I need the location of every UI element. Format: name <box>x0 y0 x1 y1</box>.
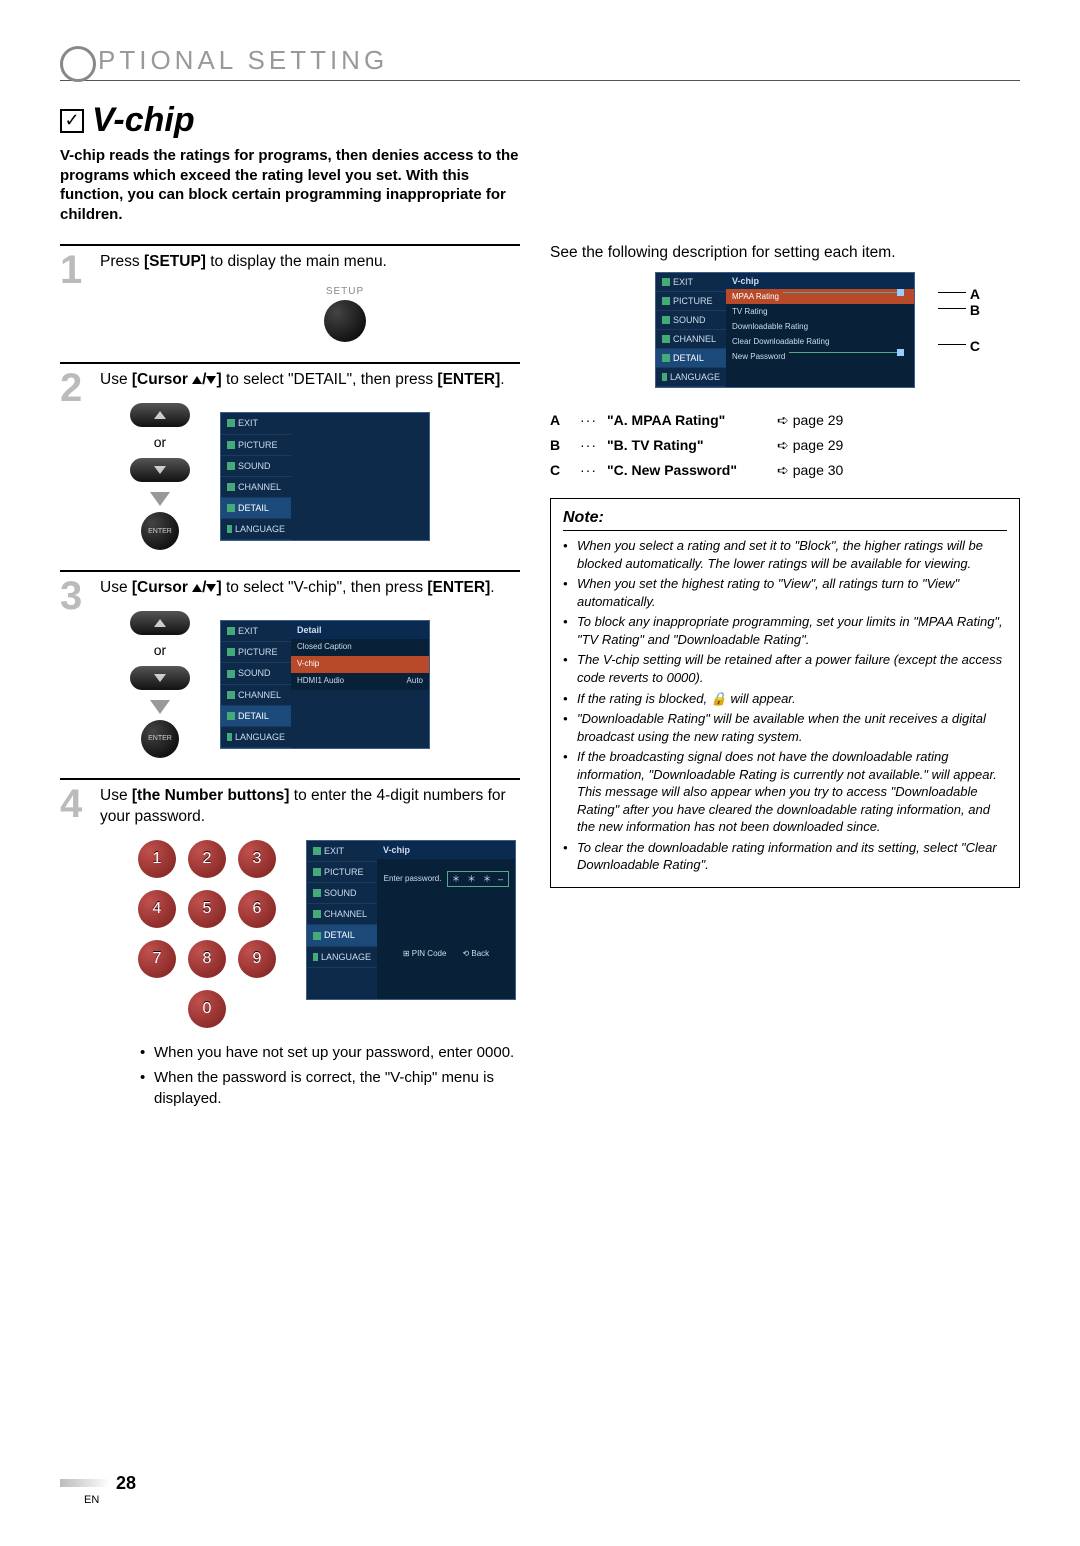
page-header: O PTIONAL SETTING <box>60 40 1020 81</box>
decorative-o-icon: O <box>60 46 96 82</box>
cursor-buttons-illustration: or ENTER <box>130 611 190 758</box>
arrow-down-icon <box>150 492 170 506</box>
setup-label: SETUP <box>326 285 364 299</box>
section-title: V-chip <box>92 101 195 140</box>
list-item: To block any inappropriate programming, … <box>563 613 1007 648</box>
osd-vchip-menu: EXIT PICTURE SOUND CHANNEL DETAIL LANGUA… <box>655 272 915 388</box>
table-row: A··· "A. MPAA Rating" ➪page 29 <box>550 408 1020 433</box>
enter-button-icon: ENTER <box>141 512 179 550</box>
password-mask: ＊ ＊ ＊ – <box>447 871 509 887</box>
step-1-text: Press [SETUP] to display the main menu. … <box>100 252 520 342</box>
setup-button-icon <box>324 300 366 342</box>
step-number: 1 <box>60 252 90 342</box>
step-number: 4 <box>60 786 90 1113</box>
section-title-row: ✓ V-chip <box>60 101 1020 140</box>
right-column: See the following description for settin… <box>550 244 1020 1506</box>
cursor-up-button-icon <box>130 403 190 427</box>
page-number: 28 <box>116 1473 136 1494</box>
key-6: 6 <box>238 890 276 928</box>
cursor-up-button-icon <box>130 611 190 635</box>
key-4: 4 <box>138 890 176 928</box>
list-item: "Downloadable Rating" will be available … <box>563 710 1007 745</box>
step-2-text: Use [Cursor /] to select "DETAIL", then … <box>100 370 520 550</box>
right-description: See the following description for settin… <box>550 244 1020 262</box>
arrow-down-icon <box>150 700 170 714</box>
step-1: 1 Press [SETUP] to display the main menu… <box>60 244 520 342</box>
key-2: 2 <box>188 840 226 878</box>
arrow-right-icon: ➪ <box>777 412 789 428</box>
step-2: 2 Use [Cursor /] to select "DETAIL", the… <box>60 362 520 550</box>
key-0: 0 <box>188 990 226 1028</box>
page-footer: 28 EN <box>60 1473 520 1506</box>
osd-menu-step2: EXIT PICTURE SOUND CHANNEL DETAIL LANGUA… <box>220 412 430 541</box>
enter-button-icon: ENTER <box>141 720 179 758</box>
footer-gradient-icon <box>60 1479 110 1487</box>
cursor-down-button-icon <box>130 666 190 690</box>
cursor-up-icon <box>192 584 202 592</box>
key-8: 8 <box>188 940 226 978</box>
list-item: When you select a rating and set it to "… <box>563 537 1007 572</box>
list-item: The V-chip setting will be retained afte… <box>563 651 1007 686</box>
step4-notes: When you have not set up your password, … <box>140 1042 520 1109</box>
key-9: 9 <box>238 940 276 978</box>
osd-menu-step4: EXIT PICTURE SOUND CHANNEL DETAIL LANGUA… <box>306 840 516 1000</box>
step-number: 2 <box>60 370 90 550</box>
list-item: If the broadcasting signal does not have… <box>563 748 1007 836</box>
or-label: or <box>154 433 166 452</box>
list-item: When the password is correct, the "V-chi… <box>140 1067 520 1109</box>
vchip-osd-overview: EXIT PICTURE SOUND CHANNEL DETAIL LANGUA… <box>550 272 1020 388</box>
checkbox-icon: ✓ <box>60 109 84 133</box>
header-text: PTIONAL SETTING <box>98 45 388 76</box>
arrow-right-icon: ➪ <box>777 462 789 478</box>
enter-password-label: Enter password. <box>384 874 442 885</box>
page-lang: EN <box>84 1494 520 1506</box>
list-item: When you set the highest rating to "View… <box>563 575 1007 610</box>
intro-paragraph: V-chip reads the ratings for programs, t… <box>60 146 520 224</box>
arrow-right-icon: ➪ <box>777 437 789 453</box>
cursor-down-button-icon <box>130 458 190 482</box>
key-7: 7 <box>138 940 176 978</box>
step-3: 3 Use [Cursor /] to select "V-chip", the… <box>60 570 520 758</box>
callout-b: B <box>970 302 980 318</box>
key-5: 5 <box>188 890 226 928</box>
callout-a: A <box>970 286 980 302</box>
step-3-text: Use [Cursor /] to select "V-chip", then … <box>100 578 520 758</box>
cursor-down-icon <box>206 376 216 384</box>
list-item: To clear the downloadable rating informa… <box>563 839 1007 874</box>
key-1: 1 <box>138 840 176 878</box>
setup-button-illustration: SETUP <box>170 285 520 343</box>
step-4: 4 Use [the Number buttons] to enter the … <box>60 778 520 1113</box>
osd-menu-step3: EXIT PICTURE SOUND CHANNEL DETAIL LANGUA… <box>220 620 430 749</box>
note-title: Note: <box>563 507 1007 532</box>
note-box: Note: When you select a rating and set i… <box>550 498 1020 888</box>
or-label: or <box>154 641 166 660</box>
key-3: 3 <box>238 840 276 878</box>
left-column: 1 Press [SETUP] to display the main menu… <box>60 244 520 1506</box>
number-keypad-illustration: 1 2 3 4 5 6 7 8 9 0 <box>138 840 276 1028</box>
list-item: When you have not set up your password, … <box>140 1042 520 1063</box>
table-row: C··· "C. New Password" ➪page 30 <box>550 458 1020 483</box>
table-row: B··· "B. TV Rating" ➪page 29 <box>550 433 1020 458</box>
step-number: 3 <box>60 578 90 758</box>
list-item: If the rating is blocked, 🔒 will appear. <box>563 690 1007 708</box>
cursor-up-icon <box>192 376 202 384</box>
cursor-buttons-illustration: or ENTER <box>130 403 190 550</box>
cursor-down-icon <box>206 584 216 592</box>
reference-table: A··· "A. MPAA Rating" ➪page 29 B··· "B. … <box>550 408 1020 484</box>
callout-c: C <box>970 338 980 354</box>
step-4-text: Use [the Number buttons] to enter the 4-… <box>100 786 520 1113</box>
